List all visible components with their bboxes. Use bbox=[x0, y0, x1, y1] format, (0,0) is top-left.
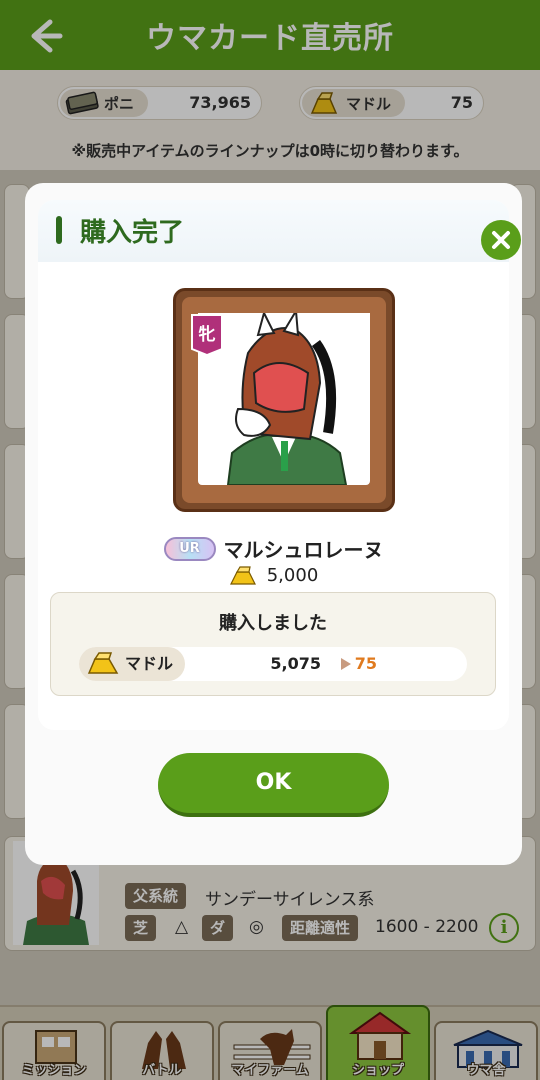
female-badge-icon: 牝 bbox=[191, 314, 223, 355]
price-row: 5,000 bbox=[38, 564, 509, 586]
horse-card-art: 牝 bbox=[173, 288, 395, 512]
purchase-summary: 購入しました マドル 5,075 75 bbox=[50, 592, 496, 696]
balance-change-row: マドル 5,075 75 bbox=[79, 647, 467, 681]
close-icon bbox=[492, 231, 510, 249]
dialog-body: 購入完了 牝 UR マルシュロレーヌ 5,000 購入しました マドル 5,07… bbox=[38, 200, 521, 730]
balance-after: 75 bbox=[354, 654, 377, 673]
gold-bar-icon bbox=[87, 652, 119, 674]
balance-before: 5,075 bbox=[270, 654, 321, 673]
rarity-badge: UR bbox=[163, 536, 216, 561]
purchase-complete-dialog: 購入完了 牝 UR マルシュロレーヌ 5,000 購入しました マドル 5,07… bbox=[25, 183, 522, 865]
gold-bar-icon bbox=[229, 566, 256, 585]
horse-title-row: UR マルシュロレーヌ bbox=[38, 534, 509, 563]
svg-text:牝: 牝 bbox=[199, 324, 216, 345]
title-accent-bar bbox=[56, 216, 62, 244]
dialog-header: 購入完了 bbox=[38, 200, 509, 262]
purchased-message: 購入しました bbox=[219, 613, 327, 634]
close-button[interactable] bbox=[481, 220, 521, 260]
horse-name: マルシュロレーヌ bbox=[223, 538, 384, 562]
ok-button[interactable]: OK bbox=[158, 753, 389, 817]
dialog-title: 購入完了 bbox=[80, 218, 185, 248]
arrow-right-icon bbox=[341, 658, 351, 670]
price-value: 5,000 bbox=[266, 564, 319, 586]
